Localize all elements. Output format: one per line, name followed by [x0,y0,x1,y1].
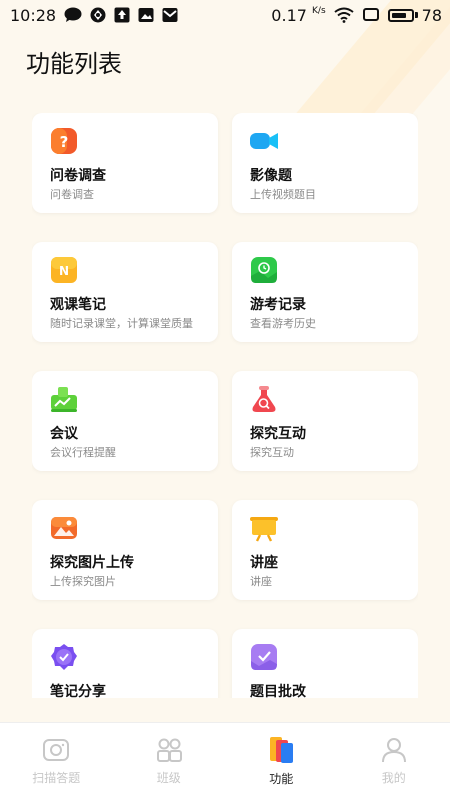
tour-record-icon [250,256,278,284]
questionnaire-icon: ? [50,127,78,155]
battery-indicator: 78 [387,5,442,25]
feature-title: 问卷调查 [50,168,106,184]
feature-title: 会议 [50,426,78,442]
feature-title: 题目批改 [250,684,306,698]
status-time: 10:28 [10,5,57,25]
feature-subtitle: 上传探究图片 [50,575,116,588]
feature-card[interactable]: 探究图片上传 上传探究图片 [32,500,218,600]
feature-subtitle: 会议行程提醒 [50,446,116,459]
feature-card[interactable]: 游考记录 查看游考历史 [232,242,418,342]
screen-cast-icon [362,7,380,23]
profile-icon [380,737,408,763]
wifi-icon [334,7,354,23]
feature-title: 笔记分享 [50,684,106,698]
feature-subtitle: 问卷调查 [50,188,94,201]
tab-label: 功能 [269,772,294,786]
image-icon [138,7,154,23]
class-people-icon [155,737,183,763]
camera-scan-icon [42,737,70,763]
tab-label: 班级 [156,771,181,785]
aperture-icon [90,7,106,23]
feature-subtitle: 查看游考历史 [250,317,316,330]
svg-text:?: ? [60,133,69,151]
lecture-board-icon [250,514,278,542]
feature-card[interactable]: 探究互动 探究互动 [232,371,418,471]
status-bar: 10:28 0.17 K/s 78 [0,0,450,30]
feature-title: 讲座 [250,555,278,571]
share-badge-icon [50,643,78,671]
flask-icon [250,385,278,413]
feature-title: 探究图片上传 [50,555,134,571]
chat-bubble-icon [64,7,82,23]
video-camera-icon [250,127,278,155]
tab-mine[interactable]: 我的 [338,723,450,800]
upload-icon [114,7,130,23]
feature-title: 游考记录 [250,297,306,313]
feature-title: 探究互动 [250,426,306,442]
feature-card[interactable]: 讲座 讲座 [232,500,418,600]
feature-subtitle: 随时记录课堂，计算课堂质量 [50,317,193,330]
feature-title: 观课笔记 [50,297,106,313]
mail-icon [162,7,178,23]
battery-level: 78 [421,5,442,25]
page-title: 功能列表 [26,50,122,78]
feature-card[interactable]: ? 问卷调查 问卷调查 [32,113,218,213]
feature-subtitle: 讲座 [250,575,272,588]
battery-icon [387,8,414,22]
function-cards-icon [267,736,295,764]
meeting-chart-icon [50,385,78,413]
bottom-tab-bar: 扫描答题 班级 功能 我的 [0,722,450,800]
tab-function[interactable]: 功能 [225,723,338,800]
network-speed: 0.17 K/s [271,5,326,25]
feature-subtitle: 探究互动 [250,446,294,459]
feature-subtitle: 上传视频题目 [250,188,316,201]
feature-card[interactable]: 题目批改 [232,629,418,698]
tab-class[interactable]: 班级 [113,723,226,800]
feature-card[interactable]: 会议 会议行程提醒 [32,371,218,471]
feature-card[interactable]: 影像题 上传视频题目 [232,113,418,213]
tab-label: 我的 [381,771,406,785]
tab-label: 扫描答题 [32,771,81,785]
note-n-icon: N [50,256,78,284]
feature-grid: ? 问卷调查 问卷调查 影像题 上传视频题目 N 观课笔记 随时记录课堂，计算课… [32,113,418,698]
svg-text:N: N [59,264,69,278]
feature-card[interactable]: 笔记分享 [32,629,218,698]
picture-upload-icon [50,514,78,542]
feature-title: 影像题 [250,168,292,184]
correction-icon [250,643,278,671]
feature-card[interactable]: N 观课笔记 随时记录课堂，计算课堂质量 [32,242,218,342]
tab-scan-answer[interactable]: 扫描答题 [0,723,113,800]
